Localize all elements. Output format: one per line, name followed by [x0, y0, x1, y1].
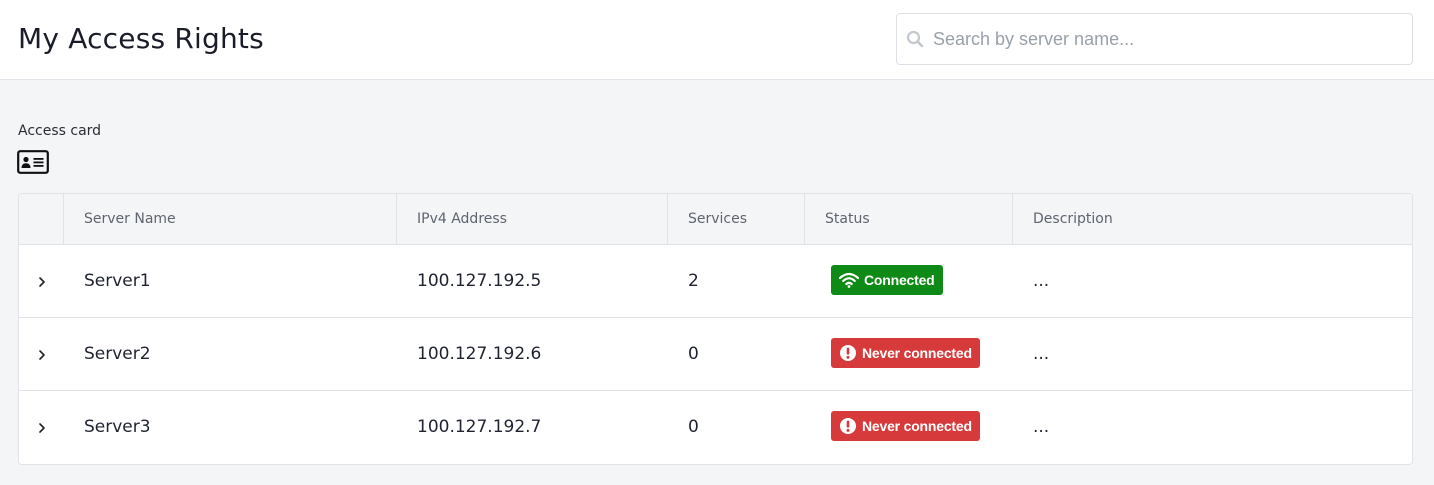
page-title: My Access Rights	[18, 22, 264, 55]
id-card-icon[interactable]	[17, 150, 49, 174]
chevron-right-icon[interactable]	[33, 273, 51, 291]
search-input[interactable]	[933, 15, 1403, 63]
column-header-status[interactable]: Status	[805, 194, 1013, 245]
services-count: 0	[688, 344, 699, 364]
access-card-label: Access card	[18, 123, 102, 139]
search-icon	[906, 30, 924, 48]
table-header: Server Name IPv4 Address Services Status…	[19, 194, 1412, 245]
status-text: Never connected	[862, 345, 972, 361]
description: ...	[1033, 344, 1050, 364]
status-badge: Never connected	[831, 338, 980, 368]
column-header-services[interactable]: Services	[668, 194, 805, 245]
table-row[interactable]: Server3 100.127.192.7 0 Never connected …	[19, 391, 1412, 464]
ipv4-address: 100.127.192.7	[417, 417, 542, 437]
server-name: Server3	[84, 417, 151, 437]
wifi-icon	[839, 272, 859, 288]
description: ...	[1033, 271, 1050, 291]
column-header-ipv4[interactable]: IPv4 Address	[397, 194, 668, 245]
servers-table: Server Name IPv4 Address Services Status…	[18, 193, 1413, 465]
table-row[interactable]: Server2 100.127.192.6 0 Never connected …	[19, 318, 1412, 391]
status-text: Connected	[864, 272, 935, 288]
column-header-server-name[interactable]: Server Name	[64, 194, 397, 245]
services-count: 0	[688, 417, 699, 437]
table-row[interactable]: Server1 100.127.192.5 2 Connected ...	[19, 245, 1412, 318]
description: ...	[1033, 417, 1050, 437]
chevron-right-icon[interactable]	[33, 346, 51, 364]
status-text: Never connected	[862, 418, 972, 434]
exclamation-circle-icon	[840, 418, 856, 434]
ipv4-address: 100.127.192.5	[417, 271, 542, 291]
status-badge: Connected	[831, 265, 943, 295]
search-box[interactable]	[896, 13, 1413, 65]
ipv4-address: 100.127.192.6	[417, 344, 542, 364]
column-header-description[interactable]: Description	[1013, 194, 1412, 245]
services-count: 2	[688, 271, 699, 291]
column-header-expand	[19, 194, 64, 245]
exclamation-circle-icon	[840, 345, 856, 361]
status-badge: Never connected	[831, 411, 980, 441]
server-name: Server2	[84, 344, 151, 364]
server-name: Server1	[84, 271, 151, 291]
chevron-right-icon[interactable]	[33, 419, 51, 437]
top-header: My Access Rights	[0, 0, 1434, 80]
